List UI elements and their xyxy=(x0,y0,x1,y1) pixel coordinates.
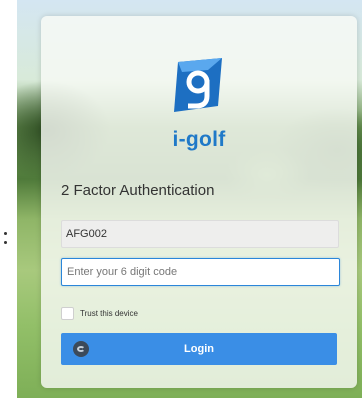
brand-name: i-golf xyxy=(172,128,226,151)
trust-device-checkbox[interactable] xyxy=(61,306,74,320)
trust-device-option[interactable]: Trust this device xyxy=(61,306,138,320)
username-field[interactable]: AFG002 xyxy=(61,220,339,248)
more-options-icon[interactable] xyxy=(4,232,8,246)
trust-device-label: Trust this device xyxy=(80,308,138,318)
spinner-icon xyxy=(73,341,89,357)
verification-code-input[interactable] xyxy=(61,258,340,286)
login-button-label: Login xyxy=(184,343,214,355)
g-logo-icon xyxy=(174,58,222,112)
login-button[interactable]: Login xyxy=(61,333,337,365)
login-panel: i-golf 2 Factor Authentication AFG002 Tr… xyxy=(41,16,357,388)
page-title: 2 Factor Authentication xyxy=(61,182,215,199)
